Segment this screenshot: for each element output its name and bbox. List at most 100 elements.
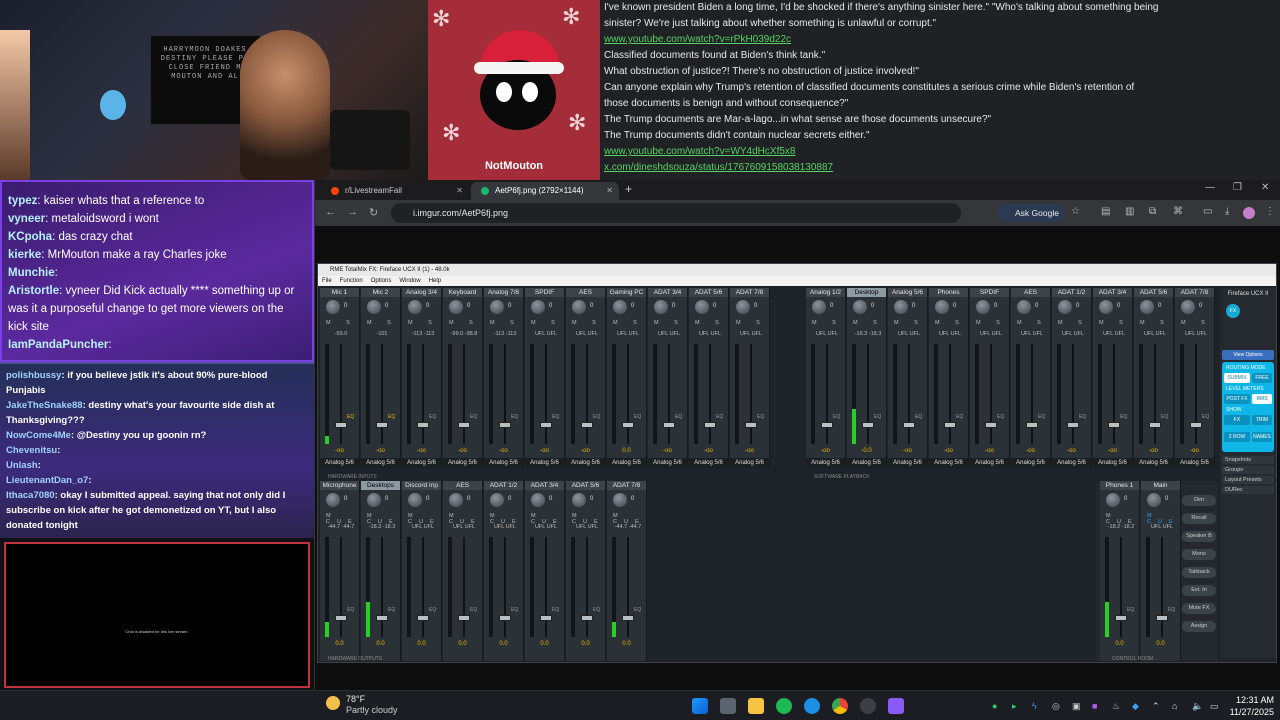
output-assign[interactable]: Analog 5/6 xyxy=(1011,458,1050,468)
mute-solo-buttons[interactable]: M S xyxy=(654,320,685,326)
fader-handle[interactable] xyxy=(1067,422,1079,428)
chat-username[interactable]: LieutenantDan_o7 xyxy=(6,475,88,486)
eq-button[interactable]: EQ xyxy=(634,414,641,420)
menu-icon[interactable]: ⋮ xyxy=(1265,206,1275,217)
control-room-button[interactable]: Recall xyxy=(1182,513,1216,524)
eq-button[interactable]: EQ xyxy=(915,414,922,420)
reload-icon[interactable]: ↻ xyxy=(369,206,378,219)
tab-imgur[interactable]: AetP6fj.png (2792×1144) ✕ xyxy=(471,182,619,200)
eq-button[interactable]: EQ xyxy=(1161,414,1168,420)
steam-icon[interactable]: ♨ xyxy=(1112,701,1120,712)
mute-solo-buttons[interactable]: M S xyxy=(449,320,480,326)
tray-app-icon[interactable]: ■ xyxy=(1092,701,1097,711)
mixer-menu-item[interactable]: Window xyxy=(399,278,420,284)
eq-button[interactable]: EQ xyxy=(1127,607,1134,613)
gain-knob[interactable] xyxy=(490,493,504,507)
file-explorer-icon[interactable] xyxy=(748,698,764,714)
gain-knob[interactable] xyxy=(812,300,826,314)
right-panel-menu-item[interactable]: Layout Presets xyxy=(1222,476,1274,484)
eq-button[interactable]: EQ xyxy=(1168,607,1175,613)
eq-button[interactable]: EQ xyxy=(388,607,395,613)
fader-handle[interactable] xyxy=(1149,422,1161,428)
gain-knob[interactable] xyxy=(1140,300,1154,314)
ask-google-button[interactable]: Ask Google xyxy=(997,204,1065,222)
close-tab-icon[interactable]: ✕ xyxy=(456,182,463,200)
mixer-menu-item[interactable]: Function xyxy=(340,278,363,284)
gain-knob[interactable] xyxy=(408,300,422,314)
control-room-button[interactable]: Speaker B xyxy=(1182,531,1216,542)
fader-handle[interactable] xyxy=(540,422,552,428)
output-assign[interactable]: Analog 5/6 xyxy=(648,458,687,468)
eq-button[interactable]: EQ xyxy=(675,414,682,420)
gain-knob[interactable] xyxy=(326,300,340,314)
mute-solo-buttons[interactable]: M S xyxy=(1099,320,1130,326)
fader-handle[interactable] xyxy=(458,615,470,621)
fader-track[interactable] xyxy=(1120,537,1122,637)
gain-knob[interactable] xyxy=(976,300,990,314)
forward-icon[interactable]: → xyxy=(347,206,358,218)
eq-button[interactable]: EQ xyxy=(429,414,436,420)
mute-solo-buttons[interactable]: M S xyxy=(531,320,562,326)
channel-name[interactable]: Gaming PC xyxy=(607,288,646,297)
fader-handle[interactable] xyxy=(335,615,347,621)
gain-knob[interactable] xyxy=(531,493,545,507)
mute-solo-buttons[interactable]: M S xyxy=(326,320,357,326)
mixer-menu-item[interactable]: File xyxy=(322,278,332,284)
gain-knob[interactable] xyxy=(531,300,545,314)
channel-name[interactable]: ADAT 3/4 xyxy=(648,288,687,297)
article-link[interactable]: www.youtube.com/watch?v=WY4dHcXf5x8 xyxy=(604,144,1280,160)
mute-solo-buttons[interactable]: M S xyxy=(1140,320,1171,326)
fader-handle[interactable] xyxy=(745,422,757,428)
fader-track[interactable] xyxy=(504,344,506,444)
reading-mode-icon[interactable]: ▤ xyxy=(1101,206,1110,217)
weather-widget[interactable]: 78°F Partly cloudy xyxy=(326,694,398,716)
control-room-button[interactable]: Mute FX xyxy=(1182,603,1216,614)
fader-track[interactable] xyxy=(463,344,465,444)
output-assign[interactable]: Analog 5/6 xyxy=(402,458,441,468)
gain-knob[interactable] xyxy=(367,300,381,314)
eq-button[interactable]: EQ xyxy=(593,607,600,613)
fader-handle[interactable] xyxy=(458,422,470,428)
delete-icon[interactable]: ▥ xyxy=(1125,206,1134,217)
trim-button[interactable]: TRIM xyxy=(1252,415,1272,425)
article-link[interactable]: www.youtube.com/watch?v=rPkH039d22c xyxy=(604,32,1280,48)
fader-handle[interactable] xyxy=(1190,422,1202,428)
eq-button[interactable]: EQ xyxy=(1202,414,1209,420)
channel-name[interactable]: Phones xyxy=(929,288,968,297)
fader-handle[interactable] xyxy=(376,615,388,621)
eq-button[interactable]: EQ xyxy=(956,414,963,420)
gain-knob[interactable] xyxy=(853,300,867,314)
channel-name[interactable]: Analog 1/2 xyxy=(806,288,845,297)
edge-icon[interactable] xyxy=(804,698,820,714)
control-room-button[interactable]: Assign xyxy=(1182,621,1216,632)
fader-handle[interactable] xyxy=(903,422,915,428)
cast-icon[interactable]: ▭ xyxy=(1203,206,1212,217)
names-button[interactable]: NAMES xyxy=(1252,432,1272,442)
chat-username[interactable]: Munchie xyxy=(8,267,55,279)
two-row-button[interactable]: 2 ROW xyxy=(1224,432,1250,442)
eq-button[interactable]: EQ xyxy=(470,414,477,420)
output-assign[interactable]: Analog 5/6 xyxy=(1052,458,1091,468)
channel-name[interactable]: Analog 7/8 xyxy=(484,288,523,297)
output-assign[interactable]: Analog 5/6 xyxy=(525,458,564,468)
gain-knob[interactable] xyxy=(1147,493,1161,507)
maximize-icon[interactable]: ❐ xyxy=(1233,182,1242,193)
fader-track[interactable] xyxy=(750,344,752,444)
fader-handle[interactable] xyxy=(1108,422,1120,428)
channel-name[interactable]: ADAT 7/8 xyxy=(1175,288,1214,297)
mute-solo-buttons[interactable]: M S xyxy=(935,320,966,326)
fx-button[interactable]: FX xyxy=(1226,304,1240,318)
gain-knob[interactable] xyxy=(1017,300,1031,314)
show-fx-button[interactable]: FX xyxy=(1224,415,1250,425)
url-input[interactable]: i.imgur.com/AetP6fj.png xyxy=(391,203,961,223)
start-icon[interactable] xyxy=(692,698,708,714)
view-options-button[interactable]: View Options xyxy=(1222,350,1274,360)
spotify-icon[interactable] xyxy=(776,698,792,714)
control-room-button[interactable]: Talkback xyxy=(1182,567,1216,578)
fader-track[interactable] xyxy=(1072,344,1074,444)
mute-solo-buttons[interactable]: M S xyxy=(613,320,644,326)
clock[interactable]: 12:31 AM 11/27/2025 xyxy=(1226,694,1274,718)
fader-handle[interactable] xyxy=(862,422,874,428)
gain-knob[interactable] xyxy=(449,300,463,314)
channel-name[interactable]: ADAT 3/4 xyxy=(1093,288,1132,297)
